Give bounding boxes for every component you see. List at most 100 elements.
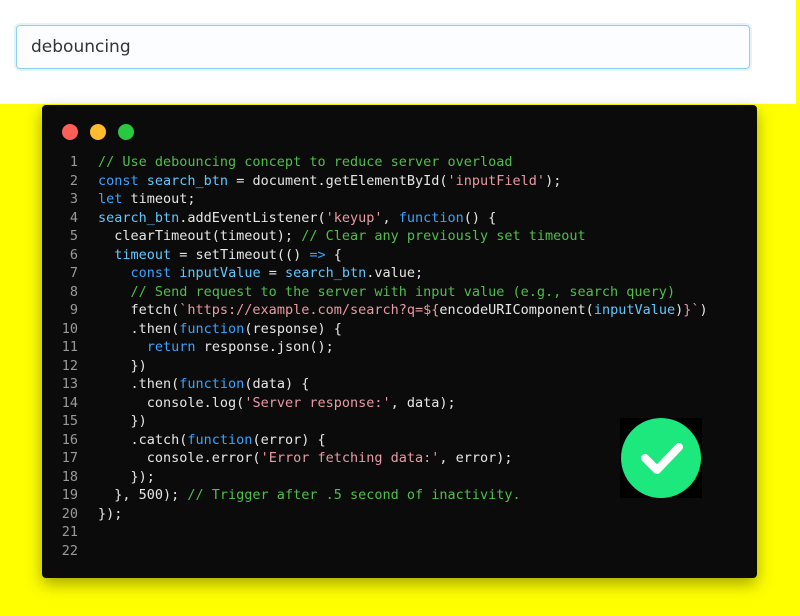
code-token: 'keyup' bbox=[325, 209, 383, 226]
code-token: , data); bbox=[390, 394, 456, 411]
line-number: 1 bbox=[69, 154, 78, 170]
line-number: 3 bbox=[69, 191, 78, 207]
code-token: // Trigger after .5 second of inactivity… bbox=[187, 487, 521, 503]
line-number: 16 bbox=[61, 431, 78, 448]
line-number: 19 bbox=[61, 487, 78, 503]
code-token: // Clear any previously set timeout bbox=[301, 228, 586, 244]
code-token: 'Error fetching data:' bbox=[260, 450, 440, 466]
code-line: 13 .then(function(data) { bbox=[42, 375, 757, 394]
window-controls bbox=[62, 124, 134, 140]
code-line: 4 search_btn.addEventListener('keyup', fu… bbox=[42, 209, 757, 228]
code-line: 5 clearTimeout(timeout); // Clear any pr… bbox=[42, 227, 757, 246]
code-token: search_btn bbox=[146, 172, 229, 189]
code-line: 14 console.log('Server response:', data)… bbox=[42, 394, 757, 413]
code-line: 9 fetch(`https://example.com/search?q=${… bbox=[42, 301, 757, 320]
code-token: (error) { bbox=[252, 431, 326, 448]
code-text: }) bbox=[98, 412, 147, 431]
code-text: }); bbox=[98, 468, 155, 487]
code-token: ) bbox=[699, 302, 708, 318]
code-token: { bbox=[325, 246, 342, 263]
line-number: 21 bbox=[61, 524, 78, 540]
code-token: .catch( bbox=[98, 431, 188, 448]
code-text: }) bbox=[98, 357, 147, 376]
code-token: response.json(); bbox=[203, 339, 334, 355]
code-text: timeout = setTimeout(() => { bbox=[98, 246, 342, 265]
code-token: }, 500); bbox=[98, 487, 188, 503]
line-number: 11 bbox=[61, 339, 78, 355]
code-token: fetch( bbox=[98, 302, 180, 318]
check-circle-icon bbox=[621, 418, 701, 498]
code-line: 10 .then(function(response) { bbox=[42, 320, 757, 339]
code-line: 12 }) bbox=[42, 357, 757, 376]
code-block: 1 // Use debouncing concept to reduce ser… bbox=[42, 153, 757, 560]
code-token: = bbox=[260, 265, 285, 281]
code-token: // Use debouncing concept to reduce serv… bbox=[98, 154, 513, 170]
code-text: const search_btn = document.getElementBy… bbox=[98, 172, 561, 191]
code-text: // Send request to the server with input… bbox=[98, 283, 676, 302]
search-box[interactable] bbox=[16, 25, 750, 69]
line-number: 4 bbox=[69, 209, 78, 226]
code-text: const inputValue = search_btn.value; bbox=[98, 264, 424, 283]
line-number: 20 bbox=[61, 505, 78, 522]
code-text: let timeout; bbox=[98, 190, 196, 209]
code-token: timeout bbox=[114, 246, 172, 263]
code-token: = setTimeout(() bbox=[171, 246, 310, 263]
code-token: console.error( bbox=[98, 450, 261, 466]
code-token: const bbox=[130, 265, 180, 281]
code-line: 2 const search_btn = document.getElementB… bbox=[42, 172, 757, 191]
code-token: .value; bbox=[366, 265, 424, 281]
code-line: 8 // Send request to the server with inp… bbox=[42, 283, 757, 302]
code-token: }); bbox=[98, 505, 123, 522]
code-line: 1 // Use debouncing concept to reduce ser… bbox=[42, 153, 757, 172]
code-text: .then(function(data) { bbox=[98, 375, 310, 394]
line-number: 8 bbox=[69, 283, 78, 300]
code-text: .then(function(response) { bbox=[98, 320, 342, 339]
code-token: }); bbox=[98, 468, 155, 485]
code-token: = document.getElementById( bbox=[228, 172, 448, 189]
code-token: function bbox=[179, 320, 245, 337]
code-token: }) bbox=[98, 357, 147, 374]
close-dot-icon bbox=[62, 124, 78, 140]
code-text: return response.json(); bbox=[98, 338, 334, 357]
code-line: 3 let timeout; bbox=[42, 190, 757, 209]
line-number: 14 bbox=[61, 394, 78, 411]
code-text: clearTimeout(timeout); // Clear any prev… bbox=[98, 227, 586, 246]
code-token: 'inputField' bbox=[447, 172, 546, 189]
code-token: .addEventListener( bbox=[179, 209, 326, 226]
line-number: 17 bbox=[61, 450, 78, 466]
code-token: clearTimeout(timeout); bbox=[98, 228, 302, 244]
check-badge bbox=[620, 418, 702, 498]
code-token: encodeURIComponent( bbox=[439, 302, 594, 318]
code-token: const bbox=[98, 172, 147, 189]
code-token: `https://example.com/search?q=${ bbox=[179, 302, 440, 318]
line-number: 15 bbox=[61, 413, 78, 429]
code-line: 6 timeout = setTimeout(() => { bbox=[42, 246, 757, 265]
code-token: function bbox=[179, 376, 245, 392]
code-token: inputValue bbox=[593, 302, 676, 318]
code-token: function bbox=[187, 431, 253, 448]
code-token: ) bbox=[675, 302, 684, 318]
search-input[interactable] bbox=[17, 26, 749, 68]
line-number: 6 bbox=[69, 246, 78, 263]
top-band bbox=[0, 0, 796, 104]
line-number: 2 bbox=[69, 172, 78, 189]
code-line: 22 bbox=[42, 542, 757, 561]
code-token: }` bbox=[683, 302, 700, 318]
code-token: , error); bbox=[439, 450, 513, 466]
line-number: 10 bbox=[61, 320, 78, 337]
line-number: 22 bbox=[61, 542, 78, 559]
line-number: 18 bbox=[61, 468, 78, 485]
code-token: (response) { bbox=[244, 320, 342, 337]
code-token: .then( bbox=[98, 320, 180, 337]
code-token: (data) { bbox=[244, 376, 310, 392]
code-token: }) bbox=[98, 413, 147, 429]
code-line: 7 const inputValue = search_btn.value; bbox=[42, 264, 757, 283]
code-window: 1 // Use debouncing concept to reduce ser… bbox=[42, 105, 757, 578]
line-number: 13 bbox=[61, 376, 78, 392]
code-token: function bbox=[398, 209, 464, 226]
code-line: 21 bbox=[42, 523, 757, 542]
code-text: // Use debouncing concept to reduce serv… bbox=[98, 153, 513, 172]
line-number: 12 bbox=[61, 357, 78, 374]
